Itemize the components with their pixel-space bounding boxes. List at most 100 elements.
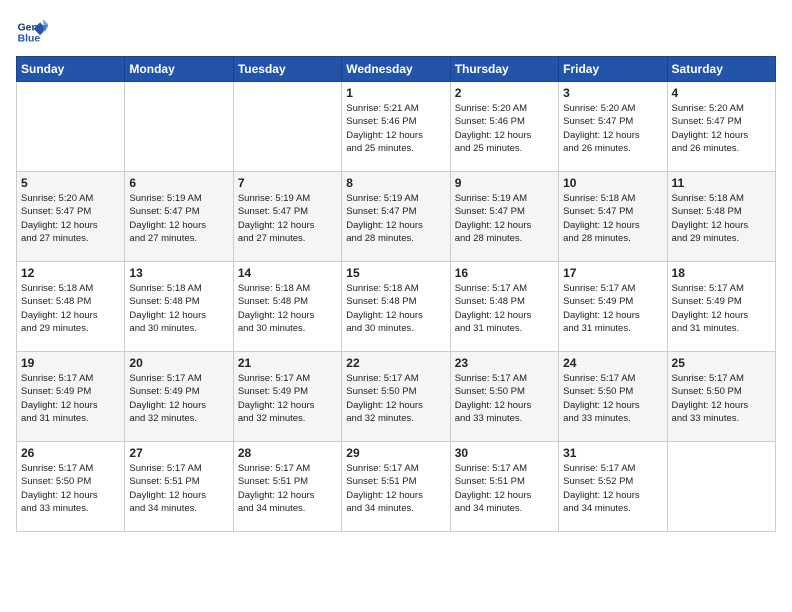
day-info: Sunrise: 5:21 AM Sunset: 5:46 PM Dayligh…	[346, 102, 445, 155]
day-number: 15	[346, 266, 445, 280]
calendar-empty-cell	[17, 82, 125, 172]
day-info: Sunrise: 5:17 AM Sunset: 5:51 PM Dayligh…	[129, 462, 228, 515]
day-number: 1	[346, 86, 445, 100]
calendar-day-23: 23 Sunrise: 5:17 AM Sunset: 5:50 PM Dayli…	[450, 352, 558, 442]
day-number: 31	[563, 446, 662, 460]
calendar-day-9: 9 Sunrise: 5:19 AM Sunset: 5:47 PM Daylig…	[450, 172, 558, 262]
day-info: Sunrise: 5:17 AM Sunset: 5:52 PM Dayligh…	[563, 462, 662, 515]
weekday-header-saturday: Saturday	[667, 57, 775, 82]
day-info: Sunrise: 5:19 AM Sunset: 5:47 PM Dayligh…	[129, 192, 228, 245]
day-info: Sunrise: 5:17 AM Sunset: 5:50 PM Dayligh…	[21, 462, 120, 515]
logo-icon: General Blue	[16, 16, 48, 48]
day-info: Sunrise: 5:18 AM Sunset: 5:48 PM Dayligh…	[21, 282, 120, 335]
calendar-day-5: 5 Sunrise: 5:20 AM Sunset: 5:47 PM Daylig…	[17, 172, 125, 262]
day-info: Sunrise: 5:19 AM Sunset: 5:47 PM Dayligh…	[346, 192, 445, 245]
calendar-day-17: 17 Sunrise: 5:17 AM Sunset: 5:49 PM Dayli…	[559, 262, 667, 352]
calendar-table: SundayMondayTuesdayWednesdayThursdayFrid…	[16, 56, 776, 532]
day-number: 18	[672, 266, 771, 280]
calendar-day-26: 26Sunrise: 5:17 AM Sunset: 5:50 PM Dayli…	[17, 442, 125, 532]
day-number: 2	[455, 86, 554, 100]
day-info: Sunrise: 5:17 AM Sunset: 5:51 PM Dayligh…	[346, 462, 445, 515]
calendar-week-row: 12Sunrise: 5:18 AM Sunset: 5:48 PM Dayli…	[17, 262, 776, 352]
calendar-empty-cell	[233, 82, 341, 172]
weekday-header-monday: Monday	[125, 57, 233, 82]
calendar-day-2: 2 Sunrise: 5:20 AM Sunset: 5:46 PM Daylig…	[450, 82, 558, 172]
day-number: 23	[455, 356, 554, 370]
day-info: Sunrise: 5:17 AM Sunset: 5:51 PM Dayligh…	[238, 462, 337, 515]
day-number: 28	[238, 446, 337, 460]
day-number: 14	[238, 266, 337, 280]
day-info: Sunrise: 5:17 AM Sunset: 5:49 PM Dayligh…	[129, 372, 228, 425]
day-info: Sunrise: 5:18 AM Sunset: 5:48 PM Dayligh…	[238, 282, 337, 335]
svg-text:Blue: Blue	[18, 34, 41, 45]
calendar-day-27: 27 Sunrise: 5:17 AM Sunset: 5:51 PM Dayli…	[125, 442, 233, 532]
calendar-day-21: 21Sunrise: 5:17 AM Sunset: 5:49 PM Dayli…	[233, 352, 341, 442]
day-info: Sunrise: 5:19 AM Sunset: 5:47 PM Dayligh…	[238, 192, 337, 245]
day-number: 5	[21, 176, 120, 190]
day-number: 24	[563, 356, 662, 370]
day-number: 13	[129, 266, 228, 280]
calendar-week-row: 5 Sunrise: 5:20 AM Sunset: 5:47 PM Daylig…	[17, 172, 776, 262]
day-info: Sunrise: 5:20 AM Sunset: 5:47 PM Dayligh…	[21, 192, 120, 245]
weekday-header-sunday: Sunday	[17, 57, 125, 82]
calendar-day-10: 10 Sunrise: 5:18 AM Sunset: 5:47 PM Dayli…	[559, 172, 667, 262]
calendar-day-19: 19Sunrise: 5:17 AM Sunset: 5:49 PM Dayli…	[17, 352, 125, 442]
day-info: Sunrise: 5:17 AM Sunset: 5:48 PM Dayligh…	[455, 282, 554, 335]
day-number: 20	[129, 356, 228, 370]
calendar-day-16: 16Sunrise: 5:17 AM Sunset: 5:48 PM Dayli…	[450, 262, 558, 352]
calendar-day-25: 25 Sunrise: 5:17 AM Sunset: 5:50 PM Dayli…	[667, 352, 775, 442]
day-info: Sunrise: 5:17 AM Sunset: 5:50 PM Dayligh…	[563, 372, 662, 425]
day-info: Sunrise: 5:17 AM Sunset: 5:49 PM Dayligh…	[563, 282, 662, 335]
calendar-day-24: 24 Sunrise: 5:17 AM Sunset: 5:50 PM Dayli…	[559, 352, 667, 442]
day-number: 22	[346, 356, 445, 370]
calendar-day-30: 30Sunrise: 5:17 AM Sunset: 5:51 PM Dayli…	[450, 442, 558, 532]
calendar-day-12: 12Sunrise: 5:18 AM Sunset: 5:48 PM Dayli…	[17, 262, 125, 352]
day-info: Sunrise: 5:18 AM Sunset: 5:48 PM Dayligh…	[672, 192, 771, 245]
weekday-header-thursday: Thursday	[450, 57, 558, 82]
day-number: 25	[672, 356, 771, 370]
calendar-empty-cell	[667, 442, 775, 532]
calendar-day-7: 7 Sunrise: 5:19 AM Sunset: 5:47 PM Daylig…	[233, 172, 341, 262]
calendar-day-22: 22 Sunrise: 5:17 AM Sunset: 5:50 PM Dayli…	[342, 352, 450, 442]
day-info: Sunrise: 5:19 AM Sunset: 5:47 PM Dayligh…	[455, 192, 554, 245]
logo: General Blue	[16, 16, 56, 48]
weekday-header-wednesday: Wednesday	[342, 57, 450, 82]
calendar-day-28: 28 Sunrise: 5:17 AM Sunset: 5:51 PM Dayli…	[233, 442, 341, 532]
day-number: 11	[672, 176, 771, 190]
day-info: Sunrise: 5:20 AM Sunset: 5:47 PM Dayligh…	[563, 102, 662, 155]
day-number: 4	[672, 86, 771, 100]
day-info: Sunrise: 5:17 AM Sunset: 5:50 PM Dayligh…	[455, 372, 554, 425]
weekday-header-row: SundayMondayTuesdayWednesdayThursdayFrid…	[17, 57, 776, 82]
day-info: Sunrise: 5:18 AM Sunset: 5:47 PM Dayligh…	[563, 192, 662, 245]
day-number: 10	[563, 176, 662, 190]
calendar-week-row: 1 Sunrise: 5:21 AM Sunset: 5:46 PM Daylig…	[17, 82, 776, 172]
calendar-day-14: 14 Sunrise: 5:18 AM Sunset: 5:48 PM Dayli…	[233, 262, 341, 352]
day-number: 6	[129, 176, 228, 190]
day-number: 27	[129, 446, 228, 460]
calendar-day-13: 13Sunrise: 5:18 AM Sunset: 5:48 PM Dayli…	[125, 262, 233, 352]
calendar-day-20: 20 Sunrise: 5:17 AM Sunset: 5:49 PM Dayli…	[125, 352, 233, 442]
day-number: 3	[563, 86, 662, 100]
day-number: 7	[238, 176, 337, 190]
day-info: Sunrise: 5:17 AM Sunset: 5:49 PM Dayligh…	[21, 372, 120, 425]
day-info: Sunrise: 5:17 AM Sunset: 5:49 PM Dayligh…	[672, 282, 771, 335]
day-number: 21	[238, 356, 337, 370]
weekday-header-friday: Friday	[559, 57, 667, 82]
calendar-week-row: 26Sunrise: 5:17 AM Sunset: 5:50 PM Dayli…	[17, 442, 776, 532]
calendar-day-11: 11 Sunrise: 5:18 AM Sunset: 5:48 PM Dayli…	[667, 172, 775, 262]
calendar-day-6: 6 Sunrise: 5:19 AM Sunset: 5:47 PM Daylig…	[125, 172, 233, 262]
calendar-day-3: 3 Sunrise: 5:20 AM Sunset: 5:47 PM Daylig…	[559, 82, 667, 172]
day-info: Sunrise: 5:17 AM Sunset: 5:50 PM Dayligh…	[672, 372, 771, 425]
weekday-header-tuesday: Tuesday	[233, 57, 341, 82]
day-info: Sunrise: 5:20 AM Sunset: 5:46 PM Dayligh…	[455, 102, 554, 155]
calendar-day-1: 1 Sunrise: 5:21 AM Sunset: 5:46 PM Daylig…	[342, 82, 450, 172]
calendar-day-31: 31 Sunrise: 5:17 AM Sunset: 5:52 PM Dayli…	[559, 442, 667, 532]
calendar-empty-cell	[125, 82, 233, 172]
day-info: Sunrise: 5:20 AM Sunset: 5:47 PM Dayligh…	[672, 102, 771, 155]
day-info: Sunrise: 5:17 AM Sunset: 5:51 PM Dayligh…	[455, 462, 554, 515]
day-number: 17	[563, 266, 662, 280]
day-info: Sunrise: 5:17 AM Sunset: 5:50 PM Dayligh…	[346, 372, 445, 425]
day-number: 9	[455, 176, 554, 190]
day-info: Sunrise: 5:18 AM Sunset: 5:48 PM Dayligh…	[346, 282, 445, 335]
calendar-week-row: 19Sunrise: 5:17 AM Sunset: 5:49 PM Dayli…	[17, 352, 776, 442]
